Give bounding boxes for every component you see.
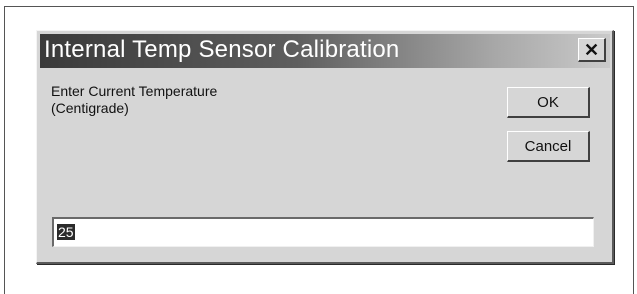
- dialog-title: Internal Temp Sensor Calibration: [44, 36, 400, 63]
- ok-button[interactable]: OK: [507, 87, 590, 118]
- close-button[interactable]: ✕: [578, 38, 606, 62]
- close-icon: ✕: [583, 39, 600, 60]
- temperature-value: 25: [57, 224, 75, 240]
- calibration-dialog: Internal Temp Sensor Calibration ✕ Enter…: [36, 30, 614, 264]
- prompt-text: Enter Current Temperature (Centigrade): [51, 83, 217, 117]
- cancel-button[interactable]: Cancel: [507, 131, 590, 162]
- temperature-input[interactable]: 25: [52, 217, 594, 247]
- title-bar[interactable]: Internal Temp Sensor Calibration ✕: [40, 34, 610, 68]
- prompt-line-2: (Centigrade): [51, 100, 129, 116]
- prompt-line-1: Enter Current Temperature: [51, 83, 218, 99]
